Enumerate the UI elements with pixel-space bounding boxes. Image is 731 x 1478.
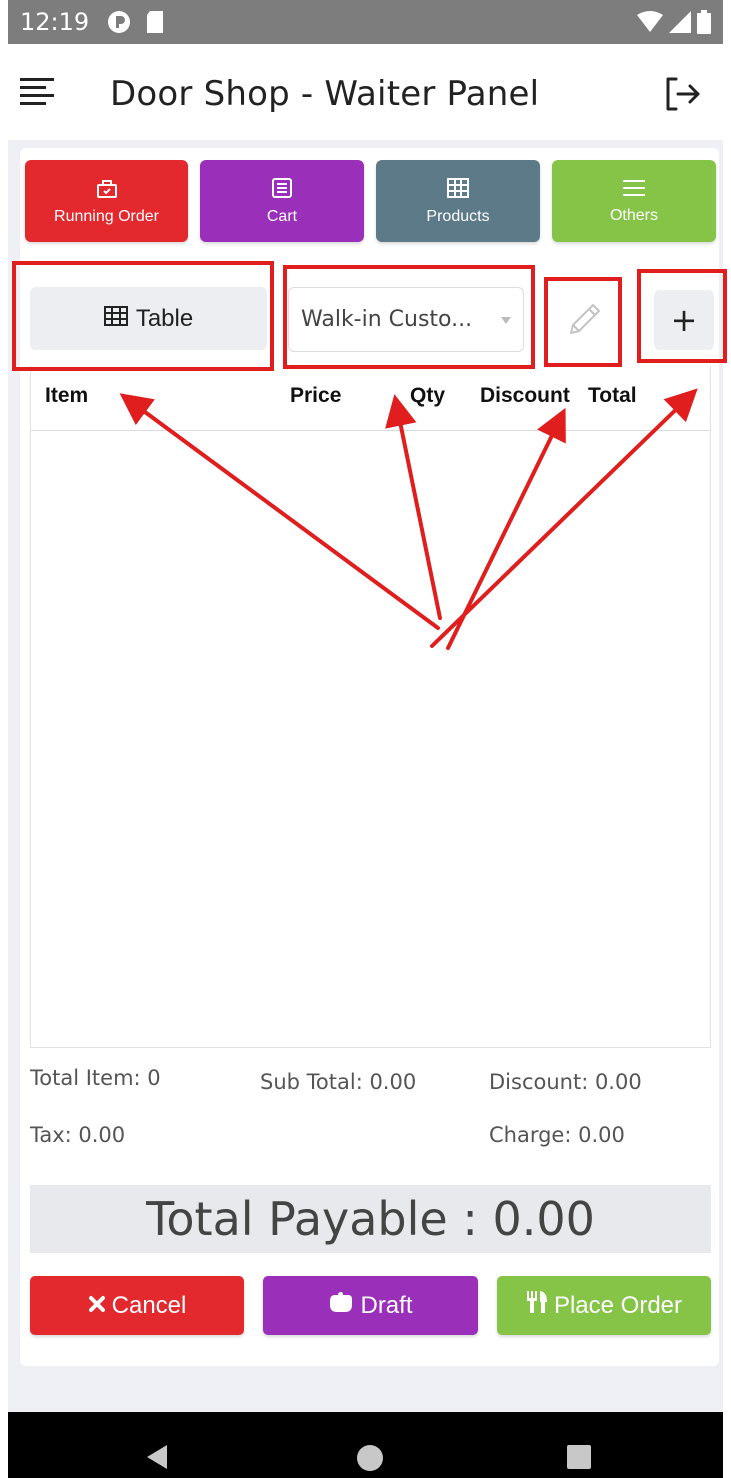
place-order-label: Place Order — [553, 1291, 683, 1319]
draft-button[interactable]: Draft — [263, 1276, 478, 1335]
others-button[interactable]: Others — [552, 160, 716, 242]
chevron-down-icon — [501, 317, 511, 324]
app-bar: Door Shop - Waiter Panel — [8, 44, 723, 144]
column-header-qty: Qty — [410, 384, 446, 407]
add-customer-button[interactable]: + — [654, 290, 714, 350]
menu-icon[interactable] — [20, 76, 56, 106]
cart-button[interactable]: Cart — [200, 160, 364, 242]
table-icon — [103, 305, 128, 333]
utensils-icon — [526, 1290, 548, 1321]
bag-icon — [96, 177, 118, 204]
status-time: 12:19 — [20, 8, 90, 36]
charge-text: Charge: 0.00 — [489, 1123, 625, 1147]
back-icon[interactable] — [145, 1444, 169, 1475]
cancel-button[interactable]: Cancel — [30, 1276, 244, 1335]
running-order-button[interactable]: Running Order — [25, 160, 188, 242]
sd-card-icon — [145, 10, 165, 34]
products-label: Products — [426, 207, 490, 225]
battery-icon — [697, 10, 711, 34]
total-item-text: Total Item: 0 — [30, 1066, 161, 1090]
discount-text: Discount: 0.00 — [489, 1070, 642, 1094]
customer-select-value: Walk-in Custo... — [301, 307, 473, 332]
products-button[interactable]: Products — [376, 160, 540, 242]
logout-icon[interactable] — [662, 74, 702, 114]
column-header-item: Item — [45, 384, 89, 407]
edit-customer-button[interactable] — [552, 290, 616, 354]
cart-label: Cart — [266, 207, 298, 225]
running-order-label: Running Order — [54, 207, 159, 225]
app-notification-icon — [107, 10, 131, 34]
total-payable: Total Payable : 0.00 — [30, 1185, 711, 1253]
others-label: Others — [609, 206, 658, 224]
status-bar: 12:19 — [8, 0, 723, 44]
sub-total-text: Sub Total: 0.00 — [260, 1070, 417, 1094]
recent-apps-icon[interactable] — [567, 1445, 591, 1469]
place-order-button[interactable]: Place Order — [497, 1276, 711, 1335]
grid-icon — [446, 177, 470, 204]
column-header-discount: Discount — [480, 384, 570, 407]
pencil-icon — [563, 299, 605, 346]
draft-label: Draft — [360, 1291, 413, 1319]
items-table — [30, 366, 711, 1048]
signal-icon — [669, 11, 691, 33]
home-icon[interactable] — [357, 1445, 383, 1471]
cancel-label: Cancel — [111, 1291, 187, 1319]
table-header-divider — [31, 430, 710, 431]
customer-select[interactable]: Walk-in Custo... — [288, 287, 524, 352]
page-title: Door Shop - Waiter Panel — [110, 74, 540, 114]
menu-lines-icon — [623, 178, 645, 203]
hand-icon — [328, 1291, 354, 1320]
close-icon — [88, 1292, 106, 1320]
table-button-label: Table — [135, 304, 194, 332]
column-header-total: Total — [588, 384, 637, 407]
tax-text: Tax: 0.00 — [30, 1123, 126, 1147]
wifi-icon — [637, 11, 663, 33]
list-icon — [271, 177, 293, 204]
table-button[interactable]: Table — [30, 287, 267, 350]
column-header-price: Price — [290, 384, 342, 407]
